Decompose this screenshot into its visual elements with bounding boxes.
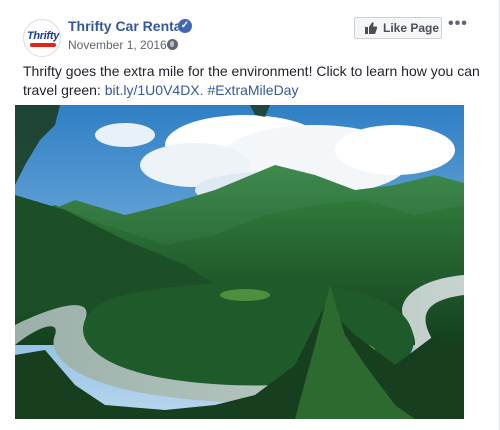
more-options-icon[interactable]: ••• bbox=[448, 14, 468, 34]
page-name-link[interactable]: Thrifty Car Rental bbox=[68, 18, 185, 35]
post-meta: November 1, 2016 · bbox=[68, 38, 174, 53]
post-text: Thrifty goes the extra mile for the envi… bbox=[23, 62, 483, 100]
verified-check-icon: ✓ bbox=[178, 19, 192, 33]
short-link[interactable]: bit.ly/1U0V4DX bbox=[105, 82, 200, 98]
post-date-link[interactable]: November 1, 2016 bbox=[68, 38, 167, 52]
like-page-label: Like Page bbox=[383, 21, 440, 35]
globe-icon[interactable] bbox=[167, 39, 178, 50]
post-text-line-1: Thrifty goes the extra mile for the envi… bbox=[23, 63, 480, 79]
thrifty-logo-swoosh bbox=[30, 43, 56, 47]
thumbs-up-icon bbox=[365, 22, 378, 34]
post-photo[interactable] bbox=[15, 105, 464, 419]
like-page-button[interactable]: Like Page bbox=[354, 17, 442, 39]
thrifty-logo-text: Thrifty bbox=[26, 30, 60, 42]
mountain-valley-photo bbox=[15, 105, 464, 419]
hashtag-link[interactable]: #ExtraMileDay bbox=[207, 82, 298, 98]
page-avatar[interactable]: Thrifty bbox=[23, 19, 61, 57]
post-text-line-2-prefix: travel green: bbox=[23, 82, 105, 98]
facebook-post-card: Thrifty Thrifty Car Rental ✓ November 1,… bbox=[0, 0, 500, 430]
